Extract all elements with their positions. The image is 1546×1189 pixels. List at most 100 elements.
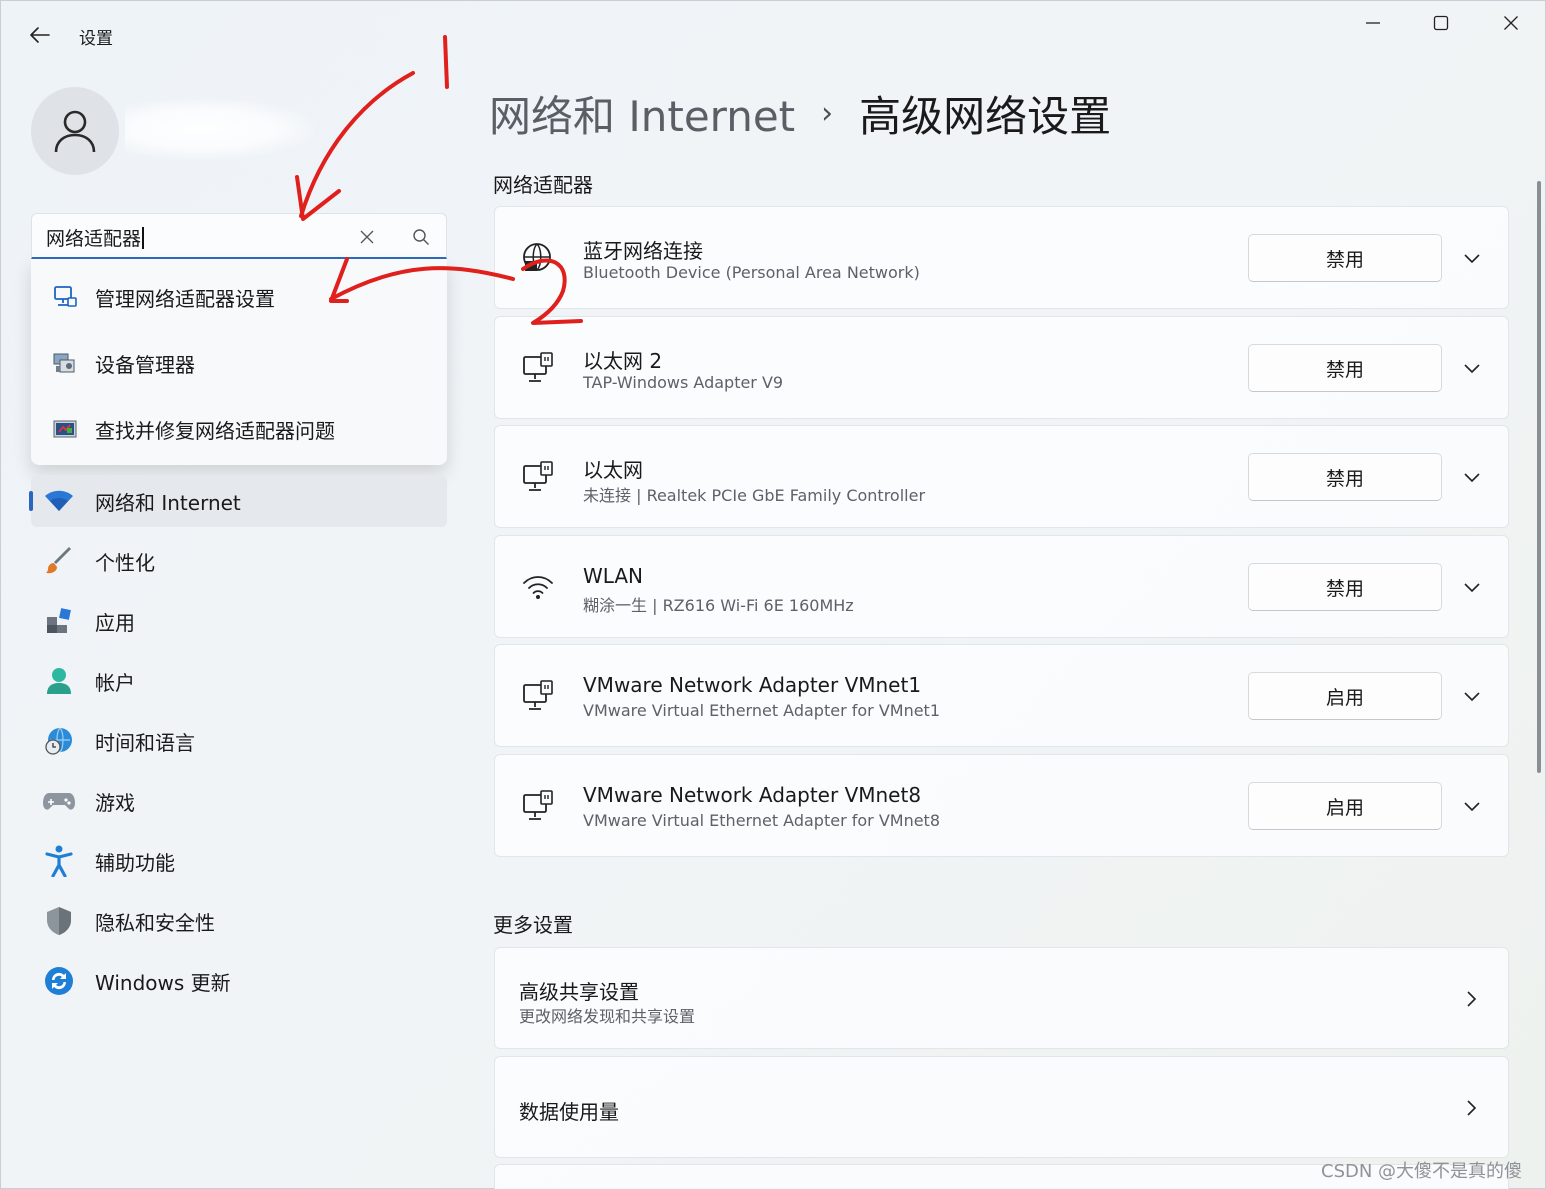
search-input[interactable]: 网络适配器 <box>46 224 144 251</box>
sidebar-item-personalization[interactable]: 个性化 <box>31 535 447 587</box>
sidebar-item-accessibility[interactable]: 辅助功能 <box>31 835 447 887</box>
maximize-button[interactable] <box>1411 7 1471 39</box>
adapter-card[interactable]: VMware Network Adapter VMnet8 VMware Vir… <box>494 754 1509 857</box>
breadcrumb-parent[interactable]: 网络和 Internet <box>489 83 795 144</box>
sidebar-item-accounts[interactable]: 帐户 <box>31 655 447 707</box>
network-adapter-settings-icon <box>51 283 79 311</box>
ethernet-icon <box>519 349 557 387</box>
arrow-1-shaft <box>299 71 415 218</box>
sidebar-item-label: 个性化 <box>95 550 155 575</box>
breadcrumb-separator: › <box>821 95 834 131</box>
adapter-name: 以太网 2 <box>583 349 663 373</box>
adapter-card[interactable]: WLAN 糊涂一生 | RZ616 Wi-Fi 6E 160MHz 禁用 <box>494 535 1509 638</box>
globe-clock-icon <box>43 725 75 757</box>
sidebar-item-label: Windows 更新 <box>95 970 231 995</box>
avatar[interactable] <box>31 87 119 175</box>
breadcrumb: 网络和 Internet › 高级网络设置 <box>489 83 1111 143</box>
sidebar-item-label: 应用 <box>95 610 135 635</box>
disable-button[interactable]: 禁用 <box>1248 453 1442 501</box>
watermark: CSDN @大傻不是真的傻 <box>1321 1161 1523 1182</box>
minimize-button[interactable] <box>1343 7 1403 39</box>
chevron-down-icon[interactable] <box>1461 358 1483 380</box>
enable-button[interactable]: 启用 <box>1248 782 1442 830</box>
chevron-down-icon[interactable] <box>1461 467 1483 489</box>
sidebar-item-time-language[interactable]: 时间和语言 <box>31 715 447 767</box>
troubleshoot-icon <box>51 415 79 443</box>
user-icon <box>54 110 96 153</box>
page-title: 高级网络设置 <box>859 91 1112 141</box>
card-title: 高级共享设置 <box>519 980 639 1004</box>
adapter-card[interactable]: 以太网 2 TAP-Windows Adapter V9 禁用 <box>494 316 1509 419</box>
search-icon <box>413 229 429 245</box>
chevron-right-icon <box>1461 1097 1483 1119</box>
sidebar-item-privacy[interactable]: 隐私和安全性 <box>31 895 447 947</box>
adapter-desc: 未连接 | Realtek PCIe GbE Family Controller <box>583 486 926 505</box>
adapter-name: WLAN <box>583 564 644 588</box>
chevron-down-icon[interactable] <box>1461 248 1483 270</box>
adapter-desc: Bluetooth Device (Personal Area Network) <box>583 263 920 282</box>
suggestion-item[interactable]: 管理网络适配器设置 <box>31 267 447 327</box>
shield-icon <box>43 905 75 937</box>
gamepad-icon <box>43 785 75 817</box>
ethernet-icon <box>519 677 557 715</box>
update-icon <box>43 965 75 997</box>
sidebar-item-windows-update[interactable]: Windows 更新 <box>31 955 447 1007</box>
back-button[interactable] <box>23 19 57 51</box>
disable-button[interactable]: 禁用 <box>1248 344 1442 392</box>
adapter-card[interactable]: 蓝牙网络连接 Bluetooth Device (Personal Area N… <box>494 206 1509 309</box>
device-manager-icon <box>51 349 79 377</box>
sidebar-item-label: 网络和 Internet <box>95 490 241 515</box>
maximize-icon <box>1433 15 1449 31</box>
active-indicator <box>29 491 33 511</box>
app-title: 设置 <box>79 29 113 49</box>
title-bar: 设置 <box>1 1 1546 65</box>
apps-icon <box>43 605 75 637</box>
suggestion-label: 查找并修复网络适配器问题 <box>95 418 335 443</box>
settings-window: 设置 网络适配器 管理网络适配器设置 设备管理器 查找并修复网络适配器问题 网络… <box>0 0 1546 1189</box>
card-subtitle: 更改网络发现和共享设置 <box>519 1007 696 1026</box>
scrollbar[interactable] <box>1537 181 1541 773</box>
disable-button[interactable]: 禁用 <box>1248 563 1442 611</box>
sidebar-item-apps[interactable]: 应用 <box>31 595 447 647</box>
adapter-desc: TAP-Windows Adapter V9 <box>583 373 784 392</box>
data-usage-card[interactable]: 数据使用量 <box>494 1056 1509 1158</box>
suggestion-item[interactable]: 设备管理器 <box>31 333 447 393</box>
bluetooth-network-icon <box>519 239 557 277</box>
wifi-icon <box>43 485 75 517</box>
sidebar-item-label: 游戏 <box>95 790 135 815</box>
sidebar-item-label: 时间和语言 <box>95 730 195 755</box>
advanced-sharing-card[interactable]: 高级共享设置 更改网络发现和共享设置 <box>494 947 1509 1049</box>
section-title-adapters: 网络适配器 <box>493 173 593 197</box>
enable-button[interactable]: 启用 <box>1248 672 1442 720</box>
close-button[interactable] <box>1481 7 1541 39</box>
search-suggestions: 管理网络适配器设置 设备管理器 查找并修复网络适配器问题 <box>31 259 447 465</box>
suggestion-label: 管理网络适配器设置 <box>95 286 275 311</box>
suggestion-label: 设备管理器 <box>95 352 195 377</box>
adapter-name: VMware Network Adapter VMnet1 <box>583 673 922 697</box>
adapter-name: VMware Network Adapter VMnet8 <box>583 783 922 807</box>
sidebar-item-gaming[interactable]: 游戏 <box>31 775 447 827</box>
close-icon <box>360 230 374 244</box>
adapter-card[interactable]: VMware Network Adapter VMnet1 VMware Vir… <box>494 644 1509 747</box>
chevron-right-icon <box>1461 988 1483 1010</box>
adapter-card[interactable]: 以太网 未连接 | Realtek PCIe GbE Family Contro… <box>494 425 1509 528</box>
chevron-down-icon[interactable] <box>1461 577 1483 599</box>
sidebar-item-network[interactable]: 网络和 Internet <box>29 475 447 527</box>
search-box[interactable]: 网络适配器 <box>31 213 447 259</box>
adapter-name: 以太网 <box>583 458 643 482</box>
search-button[interactable] <box>408 224 434 250</box>
chevron-down-icon[interactable] <box>1461 686 1483 708</box>
wifi-icon <box>519 568 557 606</box>
adapter-name: 蓝牙网络连接 <box>583 239 703 263</box>
chevron-down-icon[interactable] <box>1461 796 1483 818</box>
back-arrow-icon <box>30 27 50 43</box>
disable-button[interactable]: 禁用 <box>1248 234 1442 282</box>
suggestion-item[interactable]: 查找并修复网络适配器问题 <box>31 399 447 459</box>
search-clear-button[interactable] <box>354 224 380 250</box>
minimize-icon <box>1366 22 1380 24</box>
adapter-desc: VMware Virtual Ethernet Adapter for VMne… <box>583 811 941 830</box>
sidebar-item-label: 帐户 <box>95 670 135 695</box>
account-icon <box>43 665 75 697</box>
close-icon <box>1504 16 1518 30</box>
adapter-desc: VMware Virtual Ethernet Adapter for VMne… <box>583 701 941 720</box>
